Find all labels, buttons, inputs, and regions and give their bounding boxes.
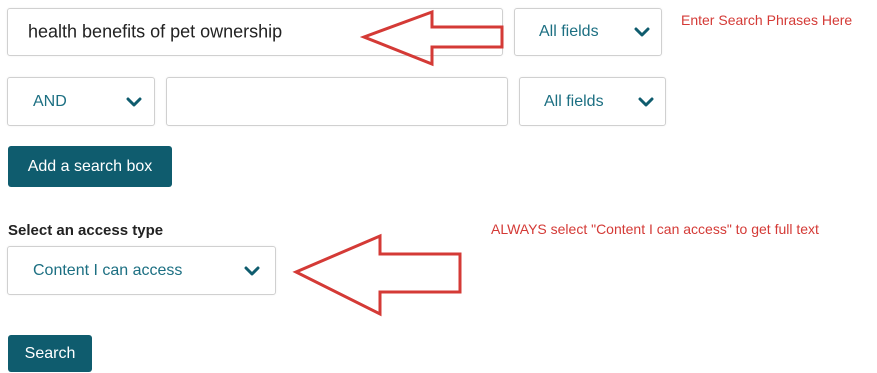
access-type-heading: Select an access type	[8, 222, 164, 239]
chevron-down-icon	[638, 97, 654, 106]
add-search-box-button[interactable]: Add a search box	[8, 146, 172, 187]
field-select-2-label: All fields	[544, 92, 604, 110]
search-input-value: health benefits of pet ownership	[28, 21, 283, 42]
search-annotation: Enter Search Phrases Here	[681, 12, 853, 28]
chevron-down-icon	[634, 27, 650, 37]
search-button-label: Search	[24, 345, 76, 362]
search-input-2[interactable]	[166, 77, 508, 126]
access-type-select[interactable]: Content I can access	[7, 246, 276, 295]
add-search-box-label: Add a search box	[27, 158, 153, 175]
operator-select-label: AND	[33, 92, 67, 110]
chevron-down-icon	[126, 97, 142, 106]
access-annotation: ALWAYS select "Content I can access" to …	[491, 221, 819, 237]
field-select-1[interactable]: All fields	[514, 8, 662, 56]
field-select-2[interactable]: All fields	[519, 77, 666, 126]
operator-select[interactable]: AND	[7, 77, 155, 126]
access-type-select-label: Content I can access	[33, 261, 183, 279]
field-select-1-label: All fields	[539, 23, 599, 40]
arrow-left-annotation	[359, 9, 504, 67]
search-button[interactable]: Search	[8, 335, 92, 372]
arrow-left-annotation	[292, 233, 462, 317]
chevron-down-icon	[244, 266, 260, 275]
